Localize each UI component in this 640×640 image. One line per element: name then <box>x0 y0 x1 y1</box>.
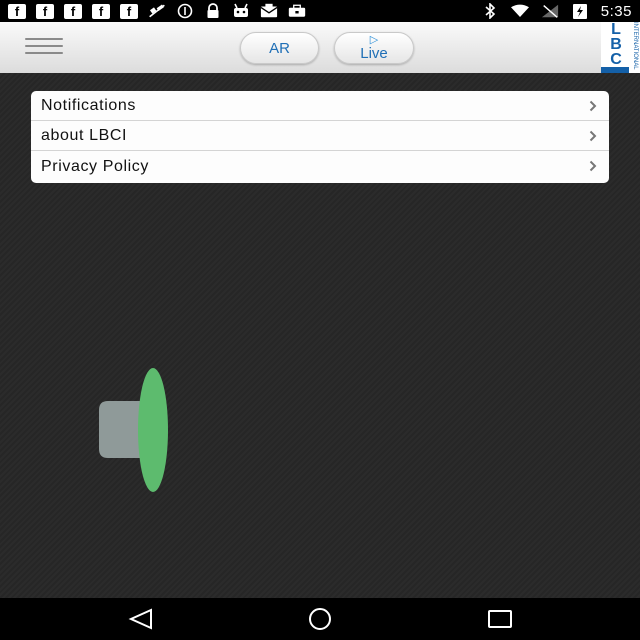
status-bar: f f f f f 5:35 <box>0 0 640 22</box>
facebook-icon: f <box>120 3 138 19</box>
home-icon[interactable] <box>306 607 334 631</box>
settings-menu: Notifications about LBCI Privacy Policy <box>31 91 609 183</box>
menu-item-privacy-policy[interactable]: Privacy Policy <box>31 151 609 182</box>
live-button[interactable]: ▷ Live <box>334 32 414 64</box>
satellite-icon <box>148 4 166 18</box>
ar-button-label: AR <box>269 39 290 57</box>
navigation-bar <box>0 598 640 640</box>
back-icon[interactable] <box>127 607 155 631</box>
status-time: 5:35 <box>600 2 632 20</box>
info-icon <box>176 3 194 19</box>
briefcase-icon <box>288 4 306 18</box>
chevron-right-icon <box>589 160 597 172</box>
hamburger-menu-icon[interactable] <box>25 38 63 56</box>
wifi-icon <box>510 4 529 18</box>
menu-item-label: Privacy Policy <box>41 157 149 175</box>
menu-item-label: Notifications <box>41 96 136 114</box>
signal-icon <box>541 4 559 18</box>
top-bar: AR ▷ Live <box>0 22 640 73</box>
mail-icon <box>260 3 278 18</box>
ar-button[interactable]: AR <box>240 32 319 64</box>
logo-side-text: INTERNATIONAL <box>632 22 638 70</box>
facebook-icon: f <box>92 3 110 19</box>
lock-icon <box>204 3 222 18</box>
facebook-icon: f <box>64 3 82 19</box>
logo-letters: L B C <box>610 22 622 68</box>
system-icons: 5:35 <box>481 3 632 20</box>
chevron-right-icon <box>589 100 597 112</box>
android-icon <box>232 3 250 18</box>
live-button-label: Live <box>360 45 388 62</box>
facebook-icon: f <box>8 3 26 19</box>
lbc-logo: L B C INTERNATIONAL <box>601 22 640 73</box>
bluetooth-icon <box>481 3 499 19</box>
chevron-right-icon <box>589 130 597 142</box>
recents-icon[interactable] <box>486 607 514 631</box>
menu-item-label: about LBCI <box>41 126 128 144</box>
battery-icon <box>571 4 589 19</box>
menu-item-about[interactable]: about LBCI <box>31 121 609 151</box>
floating-speaker-icon[interactable] <box>98 366 170 494</box>
facebook-icon: f <box>36 3 54 19</box>
menu-item-notifications[interactable]: Notifications <box>31 91 609 121</box>
notification-icons: f f f f f <box>8 3 306 19</box>
play-icon: ▷ <box>369 34 379 46</box>
